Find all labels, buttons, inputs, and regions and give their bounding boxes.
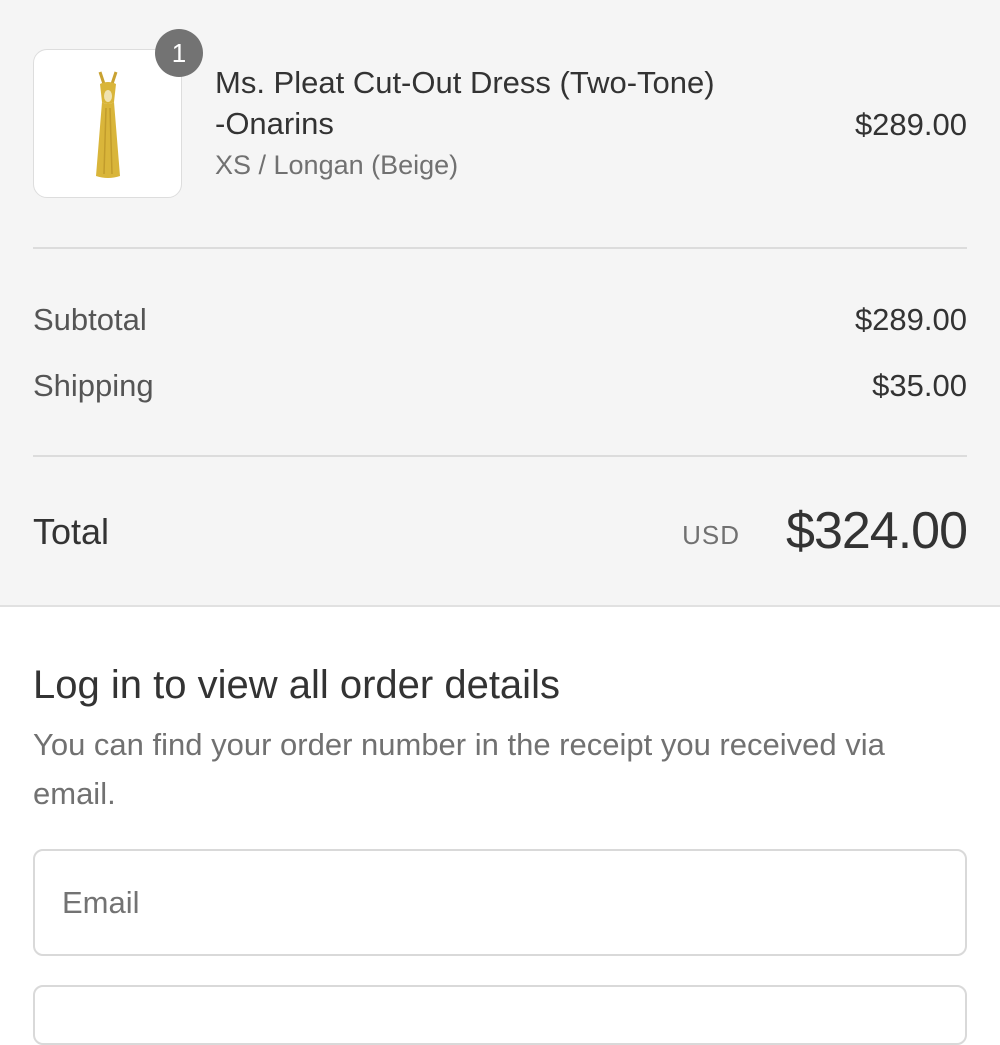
shipping-value: $35.00 xyxy=(872,368,967,403)
total-value: $324.00 xyxy=(786,502,968,560)
product-price: $289.00 xyxy=(854,107,967,142)
login-title: Log in to view all order details xyxy=(33,663,560,707)
product-variant: XS / Longan (Beige) xyxy=(215,150,459,180)
subtotal-label: Subtotal xyxy=(33,302,147,337)
total-label: Total xyxy=(33,511,110,552)
subtotal-value: $289.00 xyxy=(854,302,967,337)
login-description: You can find your order number in the re… xyxy=(33,727,885,811)
order-number-field[interactable] xyxy=(33,985,967,1045)
email-field[interactable] xyxy=(33,849,967,956)
dress-image-icon xyxy=(96,71,120,178)
currency-code: USD xyxy=(682,520,740,550)
divider xyxy=(33,247,967,249)
product-name-line2: -Onarins xyxy=(215,106,334,141)
product-name: Ms. Pleat Cut-Out Dress (Two-Tone) -Onar… xyxy=(215,62,815,144)
shipping-label: Shipping xyxy=(33,368,154,403)
divider xyxy=(33,455,967,457)
order-summary: 1 Ms. Pleat Cut-Out Dress (Two-Tone) -On… xyxy=(0,0,1000,607)
product-thumbnail xyxy=(33,49,182,198)
product-name-line1: Ms. Pleat Cut-Out Dress (Two-Tone) xyxy=(215,65,715,100)
quantity-badge: 1 xyxy=(155,29,203,77)
